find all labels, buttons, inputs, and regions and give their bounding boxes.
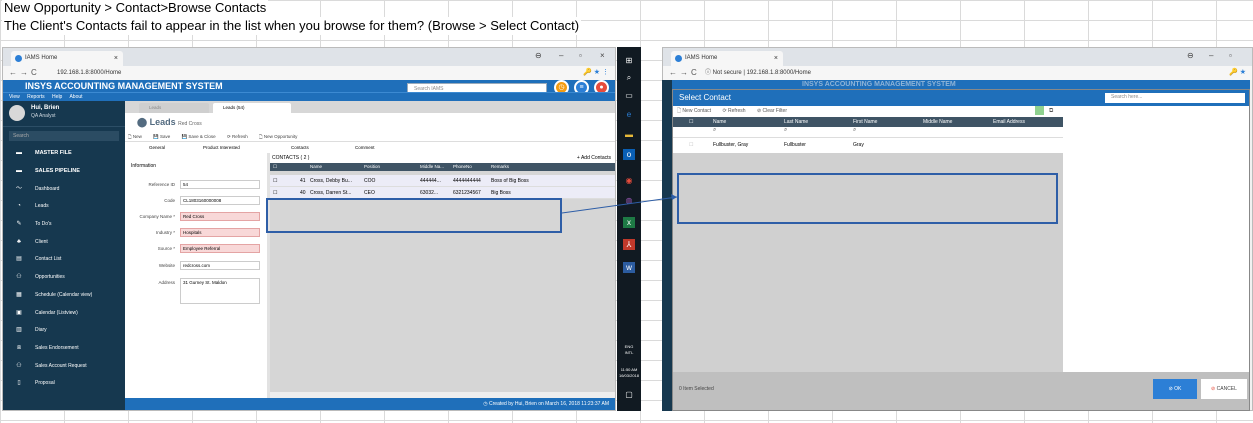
arrow-line: [561, 196, 678, 214]
annotation-arrow: [561, 194, 678, 214]
arrow-head: [671, 194, 677, 200]
